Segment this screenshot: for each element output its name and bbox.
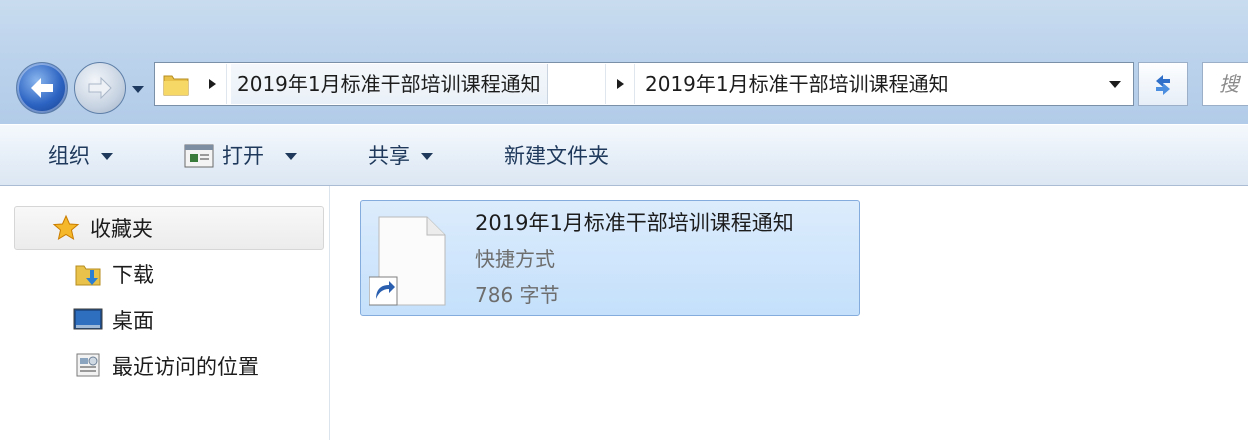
- nav-item-recent-places[interactable]: 最近访问的位置: [72, 350, 259, 382]
- address-bar[interactable]: 2019年1月标准干部培训课程通知 2019年1月标准干部培训课程通知: [154, 62, 1134, 106]
- forward-button[interactable]: [74, 62, 126, 114]
- forward-arrow-icon: [88, 76, 112, 100]
- star-icon: [50, 212, 82, 244]
- organize-menu-button[interactable]: 组织: [48, 125, 114, 187]
- open-label: 打开: [222, 144, 264, 168]
- shortcut-file-icon: [369, 216, 446, 306]
- folder-icon: [163, 75, 189, 96]
- chevron-right-icon: [617, 79, 624, 89]
- chevron-down-icon: [132, 86, 144, 93]
- nav-item-label: 桌面: [112, 309, 154, 333]
- window-header: 2019年1月标准干部培训课程通知 2019年1月标准干部培训课程通知 搜: [0, 0, 1248, 124]
- file-item[interactable]: 2019年1月标准干部培训课程通知 快捷方式 786 字节: [360, 200, 860, 316]
- breadcrumb-item[interactable]: 2019年1月标准干部培训课程通知: [639, 64, 955, 104]
- nav-item-desktop[interactable]: 桌面: [72, 304, 154, 336]
- file-size: 786 字节: [475, 283, 560, 307]
- breadcrumb-separator[interactable]: [605, 64, 635, 104]
- nav-item-label: 收藏夹: [90, 217, 153, 241]
- new-folder-button[interactable]: 新建文件夹: [504, 125, 609, 187]
- nav-item-downloads[interactable]: 下载: [72, 258, 154, 290]
- file-list: 2019年1月标准干部培训课程通知 快捷方式 786 字节: [330, 186, 1248, 440]
- file-type: 快捷方式: [475, 247, 555, 271]
- desktop-icon: [72, 304, 104, 336]
- navigation-pane: 收藏夹 下载 桌面 最近访问的位置: [0, 186, 330, 440]
- breadcrumb-separator[interactable]: [197, 64, 227, 104]
- nav-item-label: 下载: [112, 263, 154, 287]
- recent-places-icon: [72, 350, 104, 382]
- back-arrow-icon: [31, 78, 53, 98]
- new-folder-label: 新建文件夹: [504, 144, 609, 168]
- open-menu-button[interactable]: 打开: [184, 125, 298, 187]
- search-input[interactable]: 搜: [1202, 62, 1248, 106]
- command-bar: 组织 打开 共享 新建文件夹: [0, 124, 1248, 186]
- refresh-icon: [1156, 75, 1170, 95]
- chevron-right-icon: [208, 79, 216, 89]
- chevron-down-icon: [285, 153, 297, 160]
- breadcrumb-item[interactable]: 2019年1月标准干部培训课程通知: [231, 64, 548, 104]
- nav-item-favorites[interactable]: 收藏夹: [50, 212, 153, 244]
- chevron-down-icon: [421, 153, 433, 160]
- chevron-down-icon: [101, 153, 113, 160]
- nav-item-label: 最近访问的位置: [112, 355, 259, 379]
- address-history-dropdown[interactable]: [1097, 63, 1133, 105]
- downloads-folder-icon: [72, 258, 104, 290]
- chevron-down-icon: [1109, 81, 1121, 88]
- share-menu-button[interactable]: 共享: [368, 125, 434, 187]
- open-window-icon: [184, 144, 214, 168]
- organize-label: 组织: [48, 144, 90, 168]
- back-button[interactable]: [16, 62, 68, 114]
- refresh-button[interactable]: [1138, 62, 1188, 106]
- recent-pages-dropdown[interactable]: [128, 79, 148, 99]
- file-name: 2019年1月标准干部培训课程通知: [475, 211, 794, 235]
- search-placeholder: 搜: [1219, 72, 1239, 96]
- share-label: 共享: [368, 144, 410, 168]
